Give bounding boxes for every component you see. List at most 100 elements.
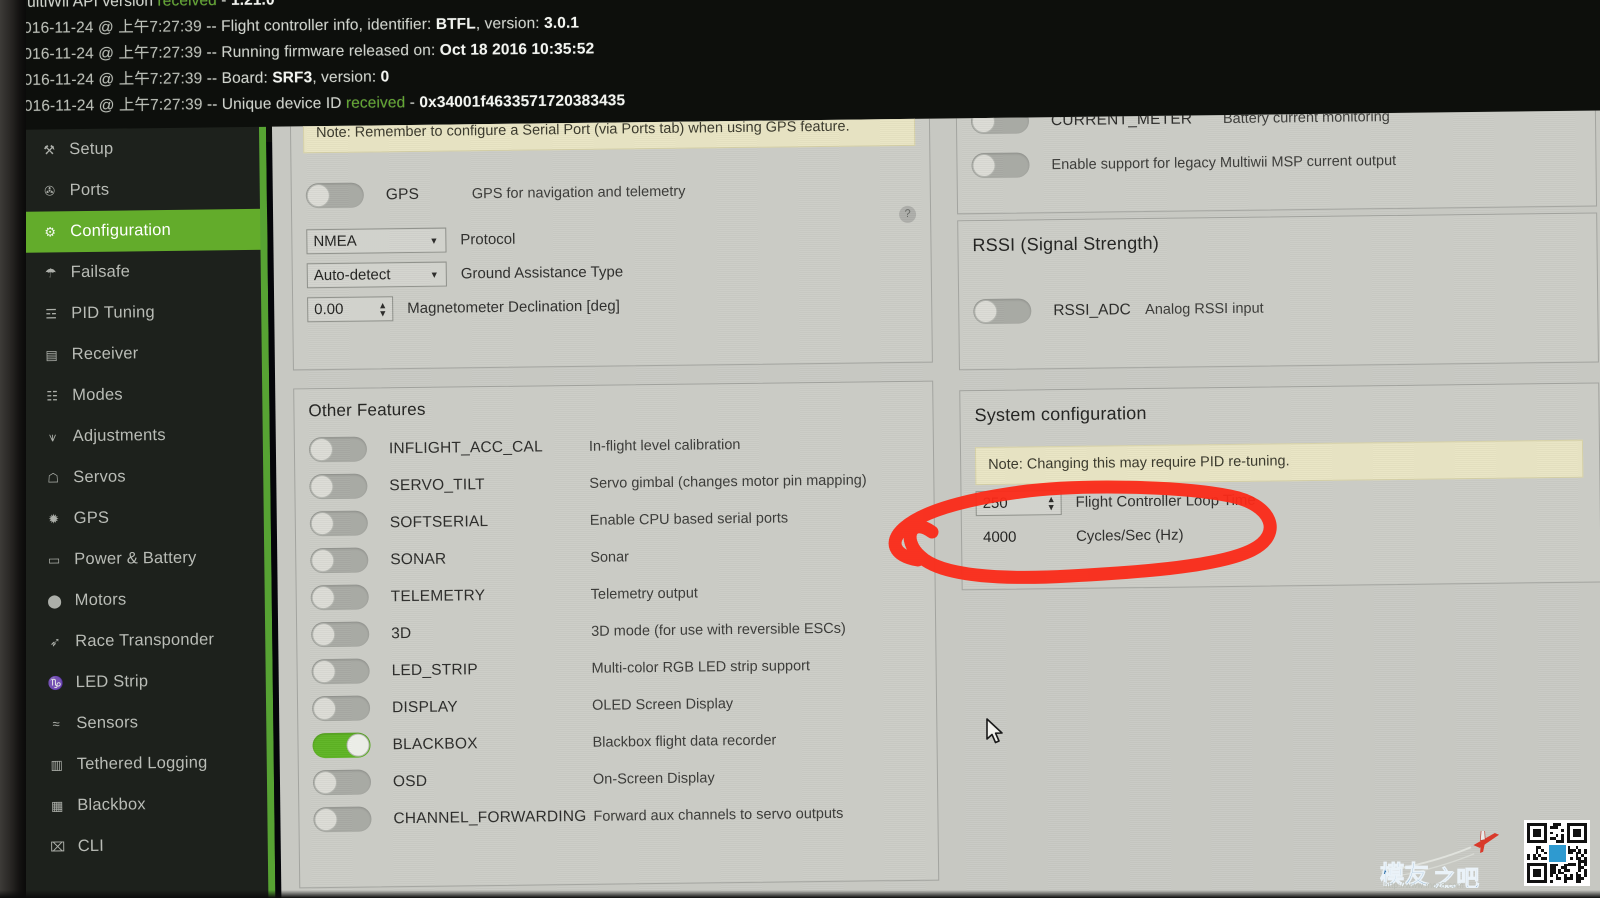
feature-name: INFLIGHT_ACC_CAL bbox=[388, 437, 543, 457]
sidebar-item-pid-tuning[interactable]: ☲ PID Tuning bbox=[16, 291, 268, 335]
motor-icon: ⬤ bbox=[47, 592, 63, 608]
gps-protocol-select[interactable]: NMEA ▼ bbox=[306, 227, 447, 255]
sidebar-item-servos[interactable]: ☖ Servos bbox=[18, 455, 270, 499]
gps-magnetometer-row[interactable]: 0.00 ▲ ▼ Magnetometer Declination [deg] bbox=[293, 286, 933, 327]
toggle-knob bbox=[346, 733, 370, 757]
feature-row-channel_forwarding[interactable]: CHANNEL_FORWARDING Forward aux channels t… bbox=[299, 794, 937, 839]
sidebar-item-led-strip[interactable]: ♑ LED Strip bbox=[21, 660, 273, 704]
sidebar-item-blackbox[interactable]: ▦ Blackbox bbox=[22, 783, 274, 827]
stepper-icon[interactable]: ▲ ▼ bbox=[378, 300, 387, 318]
sidebar-item-power-battery[interactable]: ▭ Power & Battery bbox=[19, 537, 271, 581]
toggle-knob bbox=[312, 659, 336, 684]
sidebar-item-race-transponder[interactable]: ➶ Race Transponder bbox=[20, 619, 272, 663]
rssi-adc-name: RSSI_ADC bbox=[1053, 300, 1131, 319]
softserial-toggle[interactable] bbox=[309, 510, 368, 537]
toggle-knob bbox=[974, 299, 998, 324]
osd-toggle[interactable] bbox=[312, 769, 372, 796]
sidebar-item-label: Ports bbox=[69, 180, 110, 200]
stepper-icon[interactable]: ▲ ▼ bbox=[1047, 494, 1056, 512]
feature-description: In-flight level calibration bbox=[588, 436, 741, 455]
loop-time-input[interactable]: 250 ▲ ▼ bbox=[975, 490, 1062, 517]
sidebar-item-cli[interactable]: ⌧ CLI bbox=[23, 824, 275, 868]
sidebar-item-label: PID Tuning bbox=[71, 303, 155, 323]
servo_tilt-toggle[interactable] bbox=[309, 473, 368, 500]
sidebar-item-setup[interactable]: ⚒ Setup bbox=[14, 127, 266, 171]
sonar-toggle[interactable] bbox=[310, 547, 369, 574]
sidebar-item-label: LED Strip bbox=[75, 672, 149, 692]
gps-ground-assistance-value: Auto-detect bbox=[313, 266, 391, 285]
system-configuration-note: Note: Changing this may require PID re-t… bbox=[974, 439, 1584, 486]
cycles-row: 4000 Cycles/Sec (Hz) bbox=[962, 513, 1600, 554]
wrench-icon: ⚒ bbox=[43, 141, 56, 157]
feature-name: LED_STRIP bbox=[391, 660, 478, 679]
photo-of-screen: MultiWii API version received - 1.21.0 20… bbox=[0, 0, 1600, 898]
sidebar-item-tethered-logging[interactable]: ▥ Tethered Logging bbox=[22, 742, 274, 786]
sidebar-item-label: Power & Battery bbox=[74, 548, 197, 569]
rssi-panel: RSSI (Signal Strength) RSSI_ADC Analog R… bbox=[957, 212, 1599, 371]
gps-ground-assistance-select[interactable]: Auto-detect ▼ bbox=[306, 261, 447, 289]
magnetometer-declination-input[interactable]: 0.00 ▲ ▼ bbox=[307, 296, 394, 323]
gps-protocol-value: NMEA bbox=[313, 232, 357, 251]
sidebar-item-gps[interactable]: ✹ GPS bbox=[19, 496, 271, 540]
rssi-adc-label: RSSI_ADC Analog RSSI input bbox=[1053, 299, 1264, 320]
sensors-icon: ≈ bbox=[52, 716, 61, 732]
other-features-list: INFLIGHT_ACC_CAL In-flight level calibrat… bbox=[295, 424, 938, 839]
sidebar-item-label: GPS bbox=[73, 508, 110, 528]
log-line: 2016-11-24 @ 上午7:27:39 -- Unique device … bbox=[15, 92, 626, 115]
gps-protocol-label: Protocol bbox=[460, 230, 516, 249]
led_strip-toggle[interactable] bbox=[311, 658, 370, 685]
toggle-knob bbox=[310, 511, 334, 536]
system-configuration-panel: System configuration Note: Changing this… bbox=[959, 382, 1600, 591]
led-icon: ♑ bbox=[47, 674, 65, 690]
display-toggle[interactable] bbox=[311, 695, 371, 722]
toggle-knob bbox=[312, 696, 337, 721]
inflight_acc_cal-toggle[interactable] bbox=[308, 436, 368, 463]
betaflight-configurator-window: ⚒ Setup ✇ Ports ⚙ Configuration ☂ Failsafe ☲ PID … bbox=[0, 110, 1600, 898]
feature-name: BLACKBOX bbox=[392, 734, 478, 753]
sidebar-item-motors[interactable]: ⬤ Motors bbox=[20, 578, 272, 622]
cycles-value-box: 4000 bbox=[976, 524, 1062, 550]
servo-icon: ☖ bbox=[47, 469, 60, 485]
gps-toggle[interactable] bbox=[305, 182, 364, 209]
sidebar-item-ports[interactable]: ✇ Ports bbox=[14, 168, 266, 212]
sidebar-item-sensors[interactable]: ≈ Sensors bbox=[21, 701, 273, 745]
sidebar-item-modes[interactable]: ☷ Modes bbox=[17, 373, 269, 417]
blackbox-icon: ▦ bbox=[50, 797, 64, 813]
gps-panel: Note: Remember to configure a Serial Por… bbox=[289, 110, 933, 371]
rssi-adc-description: Analog RSSI input bbox=[1145, 300, 1264, 318]
watermark-logo: 模友 之吧 bbox=[1380, 831, 1500, 888]
adjustments-icon: ⩛ bbox=[48, 428, 57, 444]
sidebar-item-failsafe[interactable]: ☂ Failsafe bbox=[16, 250, 268, 294]
toggle-knob bbox=[311, 548, 335, 573]
feature-description: Multi-color RGB LED strip support bbox=[591, 657, 811, 677]
sidebar-item-label: Adjustments bbox=[72, 425, 166, 446]
terminal-icon: ⌧ bbox=[50, 838, 66, 854]
sidebar-item-label: Blackbox bbox=[77, 795, 146, 815]
toggle-knob bbox=[306, 183, 330, 208]
system-configuration-title: System configuration bbox=[974, 403, 1147, 426]
chevron-down-icon: ▼ bbox=[429, 235, 439, 246]
feature-description: OLED Screen Display bbox=[591, 695, 734, 714]
sidebar-item-receiver[interactable]: ▤ Receiver bbox=[17, 332, 269, 376]
feature-description: Enable CPU based serial ports bbox=[589, 509, 789, 529]
toggle-knob bbox=[311, 585, 335, 610]
feature-description: 3D mode (for use with reversible ESCs) bbox=[591, 620, 846, 640]
rssi-adc-toggle[interactable] bbox=[973, 298, 1032, 325]
channel_forwarding-toggle[interactable] bbox=[313, 806, 372, 833]
sidebar-item-label: Sensors bbox=[76, 713, 139, 733]
blackbox-toggle[interactable] bbox=[312, 732, 371, 759]
telemetry-toggle[interactable] bbox=[310, 584, 369, 611]
toggle-knob bbox=[972, 153, 996, 178]
sidebar-item-adjustments[interactable]: ⩛ Adjustments bbox=[18, 414, 270, 458]
main-content: Note: Remember to configure a Serial Por… bbox=[271, 110, 1600, 898]
gps-feature-description: GPS for navigation and telemetry bbox=[471, 183, 686, 202]
3d-toggle[interactable] bbox=[311, 621, 370, 648]
gps-ground-assistance-label: Ground Assistance Type bbox=[460, 263, 624, 283]
sidebar-item-configuration[interactable]: ⚙ Configuration bbox=[15, 208, 274, 253]
feature-description: On-Screen Display bbox=[592, 769, 715, 788]
feature-row-gps[interactable]: GPS GPS for navigation and telemetry bbox=[292, 170, 932, 215]
transponder-icon: ➶ bbox=[49, 633, 61, 649]
feature-row-multiwii-msp[interactable]: Enable support for legacy Multiwii MSP c… bbox=[957, 139, 1597, 184]
feature-row-rssi-adc[interactable]: RSSI_ADC Analog RSSI input bbox=[959, 285, 1599, 330]
multiwii-msp-toggle[interactable] bbox=[971, 152, 1030, 179]
